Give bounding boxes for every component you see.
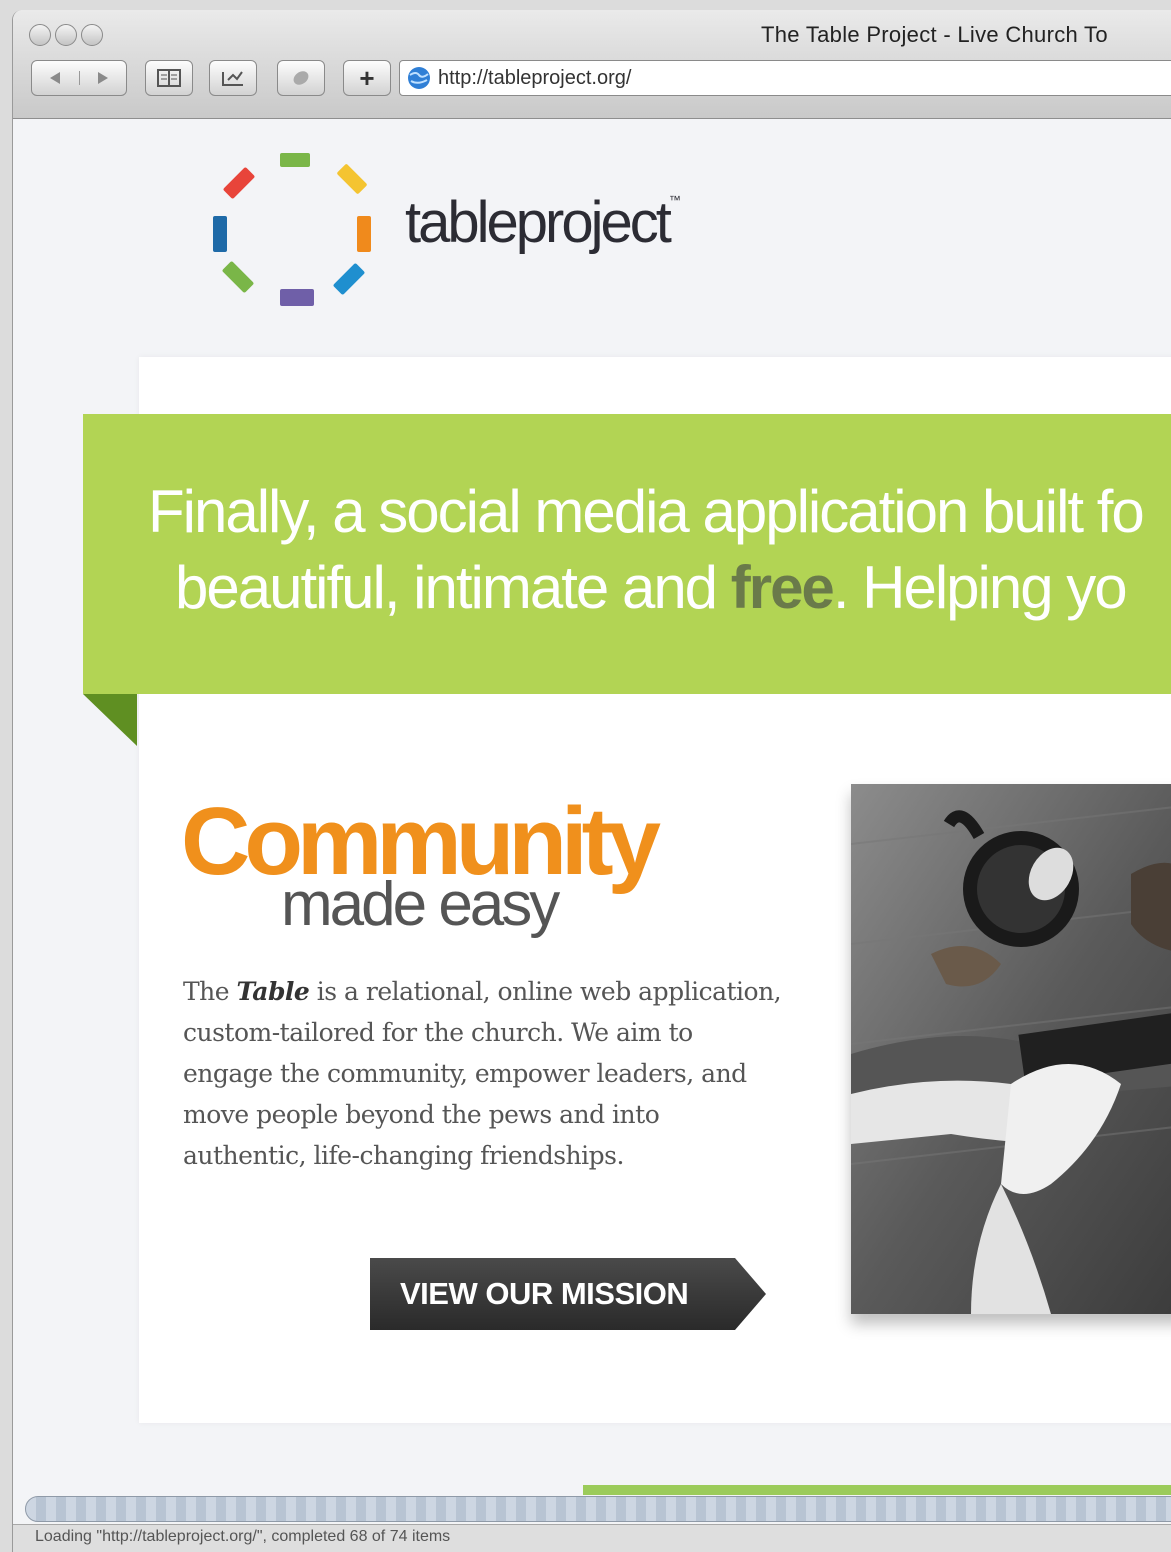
plugin-button[interactable] bbox=[277, 60, 325, 96]
address-bar[interactable]: http://tableproject.org/ bbox=[399, 60, 1171, 96]
description-lead: The bbox=[183, 977, 237, 1006]
banner-line2-text: beautiful, intimate and bbox=[175, 554, 731, 621]
zoom-window-button[interactable] bbox=[81, 24, 103, 46]
feature-subheading: made easy bbox=[281, 870, 560, 939]
banner-fold-decoration bbox=[83, 694, 137, 746]
minimize-window-button[interactable] bbox=[55, 24, 77, 46]
bookmarks-book-icon bbox=[157, 69, 181, 87]
banner-free-emphasis: free bbox=[730, 554, 835, 621]
banner-headline-line2: beautiful, intimate and free. Helping yo bbox=[175, 553, 1128, 622]
logo-wordmark[interactable]: tableproject™ bbox=[405, 189, 681, 256]
status-text: Loading "http://tableproject.org/", comp… bbox=[35, 1528, 451, 1545]
forward-arrow-icon[interactable] bbox=[80, 71, 127, 85]
banner-line2-tail: . Helping yo bbox=[832, 554, 1128, 621]
globe-icon bbox=[408, 67, 430, 89]
history-button[interactable] bbox=[209, 60, 257, 96]
add-bookmark-button[interactable]: + bbox=[343, 60, 391, 96]
logo-wordmark-text: tableproject bbox=[405, 190, 672, 255]
feature-description: The Table is a relational, online web ap… bbox=[183, 971, 783, 1176]
top-sites-icon bbox=[222, 71, 243, 86]
back-arrow-icon[interactable] bbox=[32, 71, 80, 85]
close-window-button[interactable] bbox=[29, 24, 51, 46]
banner-headline-line1: Finally, a social media application buil… bbox=[148, 478, 1145, 545]
back-forward-buttons bbox=[31, 60, 127, 96]
title-bar: The Table Project - Live Church To + htt… bbox=[13, 10, 1171, 119]
view-our-mission-button[interactable]: VIEW OUR MISSION bbox=[370, 1258, 766, 1330]
tableproject-logo-icon bbox=[213, 153, 371, 306]
web-page: tableproject™ Finally, a social media ap… bbox=[13, 119, 1171, 1499]
trademark-symbol: ™ bbox=[668, 193, 681, 207]
browser-window: The Table Project - Live Church To + htt… bbox=[12, 10, 1171, 1552]
window-title: The Table Project - Live Church To bbox=[761, 22, 1108, 47]
status-bar: Loading "http://tableproject.org/", comp… bbox=[13, 1524, 1171, 1552]
sidebar-button[interactable] bbox=[145, 60, 193, 96]
community-photo bbox=[851, 784, 1171, 1314]
url-text[interactable]: http://tableproject.org/ bbox=[438, 67, 631, 90]
horizontal-scrollbar[interactable] bbox=[25, 1496, 1171, 1522]
description-emphasis: Table bbox=[236, 977, 310, 1006]
page-footer-strip bbox=[583, 1485, 1171, 1495]
leaf-icon bbox=[293, 71, 309, 85]
